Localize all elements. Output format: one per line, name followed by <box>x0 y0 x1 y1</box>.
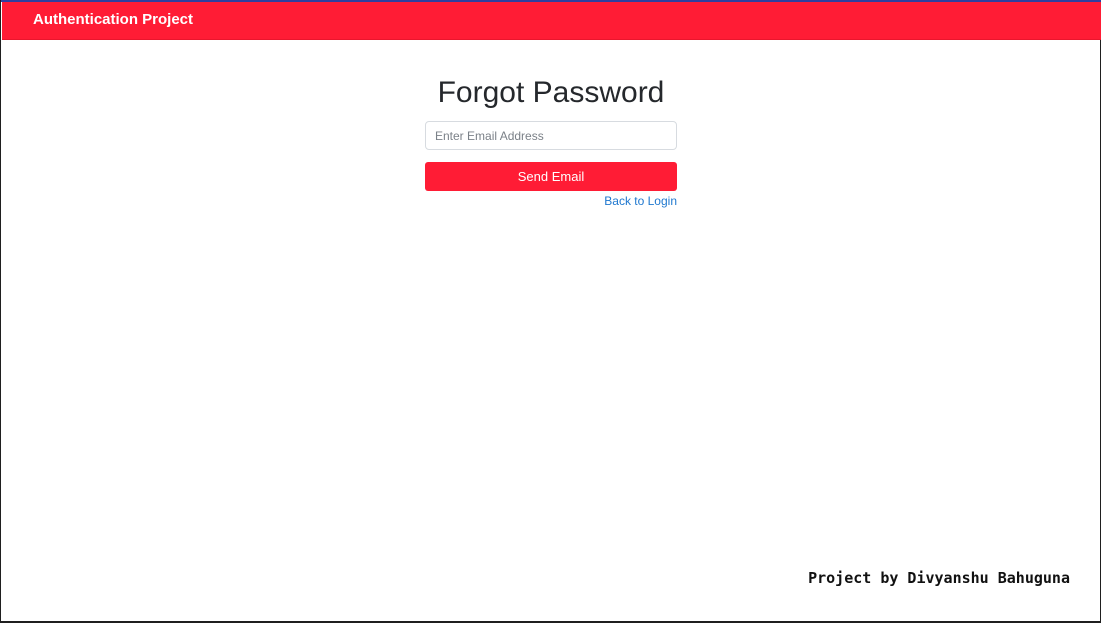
top-navbar: Authentication Project <box>2 2 1101 40</box>
back-to-login-link[interactable]: Back to Login <box>425 194 677 209</box>
email-input[interactable] <box>425 121 677 150</box>
app-window: Authentication Project Forgot Password S… <box>0 0 1101 623</box>
brand-title[interactable]: Authentication Project <box>33 11 193 29</box>
footer-credit: Project by Divyanshu Bahuguna <box>808 569 1070 587</box>
forgot-password-form: Forgot Password Send Email Back to Login <box>425 75 677 209</box>
page-title: Forgot Password <box>437 76 665 109</box>
send-email-button[interactable]: Send Email <box>425 162 677 191</box>
